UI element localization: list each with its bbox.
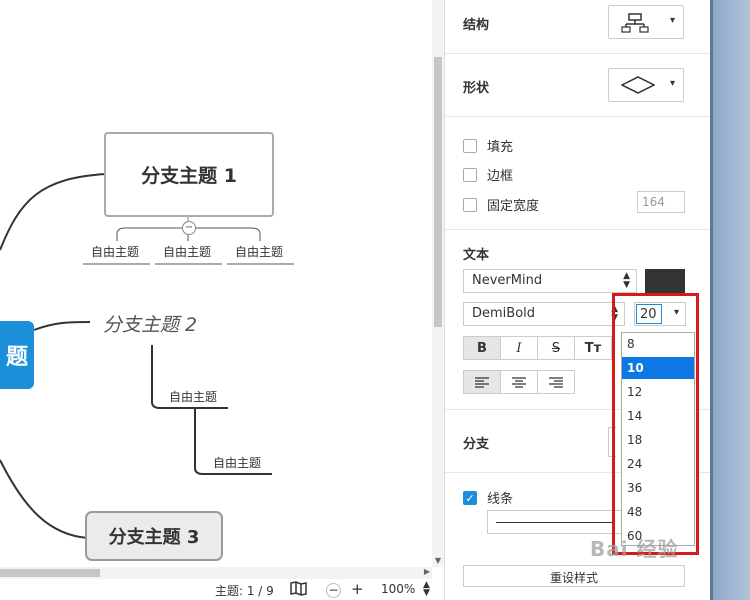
text-color-swatch[interactable]: [645, 269, 685, 293]
scroll-right-icon[interactable]: ▶: [424, 567, 430, 576]
shape-label: 形状: [463, 81, 490, 96]
align-left-button[interactable]: [463, 370, 501, 394]
line-style-select[interactable]: [487, 510, 627, 534]
annotation-highlight-box: [612, 293, 699, 555]
border-option[interactable]: 边框: [463, 165, 513, 184]
updown-icon: ▲ ▼: [623, 271, 630, 290]
text-case-button[interactable]: Tт: [574, 336, 612, 360]
line-checkbox[interactable]: ✓: [463, 490, 477, 505]
horizontal-scrollbar[interactable]: ▶: [0, 567, 432, 579]
branch-topic-2[interactable]: 分支主题 2: [103, 310, 197, 337]
font-family-select[interactable]: NeverMind ▲ ▼: [463, 269, 637, 293]
font-family-value: NeverMind: [472, 273, 543, 288]
chevron-down-icon: ▾: [669, 78, 675, 89]
structure-picker[interactable]: ▾: [608, 5, 684, 39]
divider: [445, 229, 711, 230]
align-center-button[interactable]: [500, 370, 538, 394]
line-label: 线条: [487, 492, 514, 507]
subtopic[interactable]: 自由主题: [169, 388, 217, 405]
align-right-icon: [549, 376, 563, 388]
connector-lines: [0, 173, 294, 539]
align-left-icon: [475, 376, 489, 388]
subtopic[interactable]: 自由主题: [163, 243, 211, 260]
topic-count: 主题: 1 / 9: [215, 584, 274, 598]
line-preview: [496, 522, 614, 523]
italic-button[interactable]: I: [500, 336, 538, 360]
zoom-chevron-icon[interactable]: ▲ ▼: [423, 581, 430, 598]
fixed-width-option[interactable]: 固定宽度: [463, 195, 539, 214]
font-weight-select[interactable]: DemiBold ▲ ▼: [463, 302, 625, 326]
align-center-icon: [512, 376, 526, 388]
branch-label: 分支: [463, 437, 490, 452]
font-weight-value: DemiBold: [472, 306, 536, 321]
subtopic[interactable]: 自由主题: [213, 454, 261, 471]
mindmap-canvas[interactable]: 题 分支主题 1 − 自由主题 自由主题 自由主题 分支主题 2 自由主题 自由…: [0, 0, 432, 567]
window-edge: [710, 0, 713, 600]
border-checkbox[interactable]: [463, 167, 477, 182]
strikethrough-button[interactable]: S: [537, 336, 575, 360]
chevron-down-icon: ▾: [669, 15, 675, 26]
vertical-scrollbar[interactable]: ▼: [432, 0, 444, 567]
background-window-strip: [710, 0, 750, 600]
shape-picker[interactable]: ▾: [608, 68, 684, 102]
scroll-down-icon[interactable]: ▼: [432, 556, 444, 565]
fill-option[interactable]: 填充: [463, 136, 513, 155]
branch-topic-3-label: 分支主题 3: [108, 527, 200, 548]
fill-checkbox[interactable]: [463, 138, 477, 153]
structure-icon: [621, 13, 649, 33]
border-label: 边框: [487, 169, 514, 184]
subtopic[interactable]: 自由主题: [235, 243, 283, 260]
zoom-in-button[interactable]: +: [351, 580, 364, 598]
divider: [445, 116, 711, 117]
central-topic-label: 题: [5, 345, 28, 370]
collapse-toggle[interactable]: −: [182, 221, 196, 235]
bold-button[interactable]: B: [463, 336, 501, 360]
divider: [445, 53, 711, 54]
fill-label: 填充: [487, 140, 514, 155]
align-group: [463, 370, 575, 394]
map-icon[interactable]: [290, 581, 307, 599]
watermark: Bai 经验: [590, 537, 679, 561]
structure-label: 结构: [463, 18, 490, 33]
branch-topic-1-label: 分支主题 1: [141, 165, 237, 187]
zoom-level[interactable]: 100%: [381, 582, 415, 596]
subtopic[interactable]: 自由主题: [91, 243, 139, 260]
scroll-thumb[interactable]: [434, 57, 442, 327]
text-label: 文本: [463, 248, 490, 263]
central-topic[interactable]: 题: [0, 321, 34, 389]
branch-topic-3[interactable]: 分支主题 3: [85, 511, 223, 561]
line-option[interactable]: ✓ 线条: [463, 488, 513, 507]
diamond-shape-icon: [621, 76, 655, 94]
scroll-thumb[interactable]: [0, 569, 100, 577]
status-bar: 主题: 1 / 9 − + 100% ▲ ▼: [0, 579, 444, 600]
fixed-width-label: 固定宽度: [487, 199, 540, 214]
branch-topic-1[interactable]: 分支主题 1: [104, 132, 274, 217]
fixed-width-checkbox[interactable]: [463, 197, 477, 212]
zoom-out-button[interactable]: −: [326, 583, 341, 598]
fixed-width-input[interactable]: 164: [637, 191, 685, 213]
reset-style-button[interactable]: 重设样式: [463, 565, 685, 587]
align-right-button[interactable]: [537, 370, 575, 394]
text-style-group: B I S Tт: [463, 336, 612, 360]
